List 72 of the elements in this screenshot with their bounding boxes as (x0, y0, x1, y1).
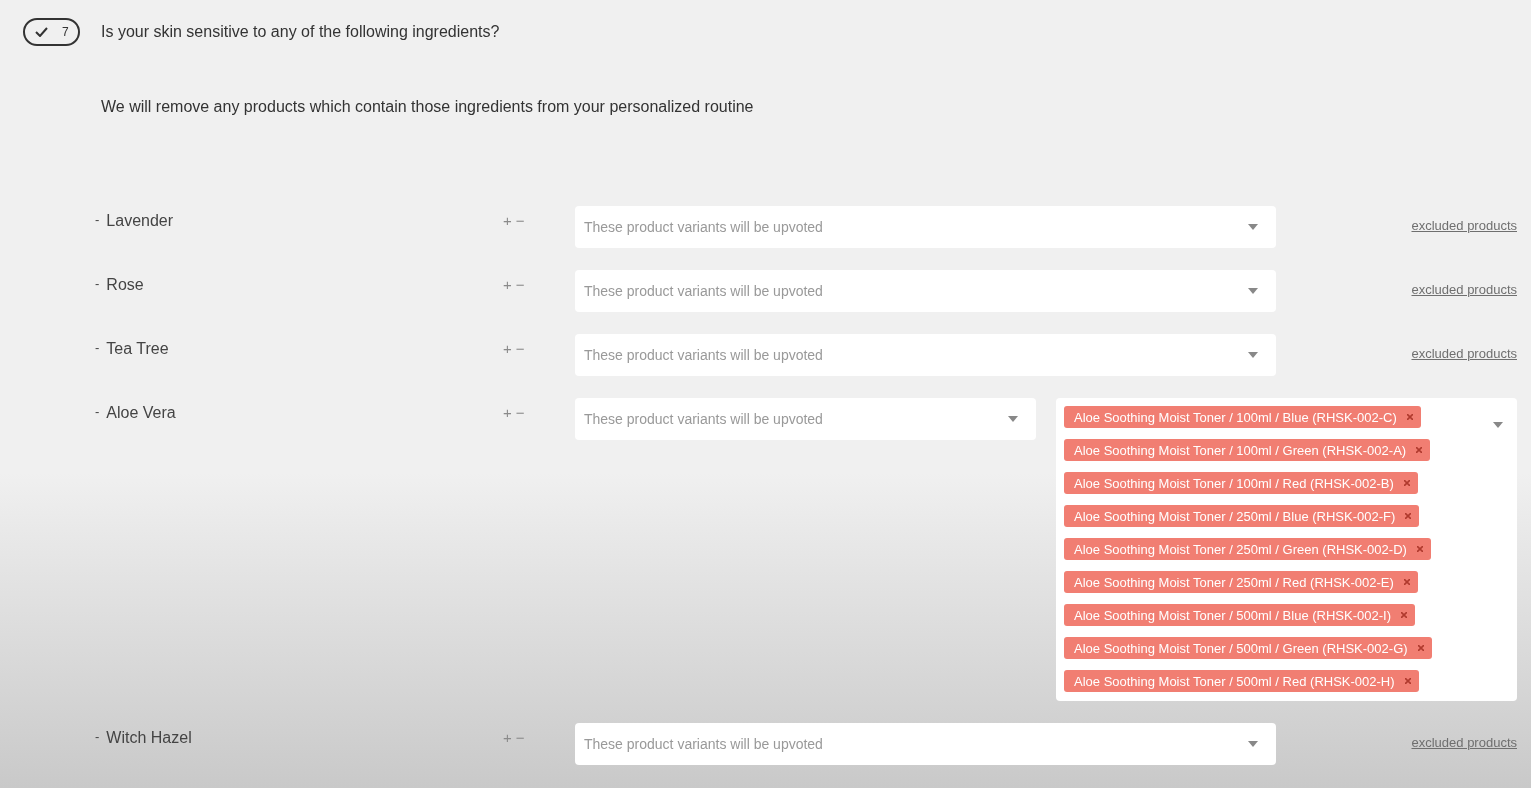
list-bullet: - (95, 212, 100, 229)
remove-tag-button[interactable] (1406, 414, 1413, 420)
ingredient-name: Witch Hazel (106, 729, 192, 747)
list-bullet: - (95, 404, 100, 421)
upvote-select[interactable]: These product variants will be upvoted (575, 334, 1276, 376)
remove-tag-button[interactable] (1403, 579, 1410, 585)
check-icon (35, 27, 48, 37)
close-icon (1404, 678, 1411, 684)
dropdown-caret-icon[interactable] (1493, 422, 1503, 428)
add-button[interactable]: + (503, 212, 512, 230)
excluded-products-link[interactable]: excluded products (1411, 346, 1517, 361)
remove-button[interactable]: − (515, 340, 525, 358)
close-icon (1403, 579, 1410, 585)
select-placeholder: These product variants will be upvoted (584, 736, 823, 752)
dropdown-caret-icon[interactable] (1248, 224, 1258, 230)
remove-button[interactable]: − (515, 729, 525, 747)
close-icon (1417, 645, 1424, 651)
close-icon (1403, 480, 1410, 486)
tag-label: Aloe Soothing Moist Toner / 100ml / Green (RHSK-002-A) (1074, 442, 1407, 458)
remove-tag-button[interactable] (1405, 513, 1412, 519)
ingredient-name: Aloe Vera (106, 404, 176, 422)
remove-button[interactable]: − (515, 276, 525, 294)
remove-tag-button[interactable] (1400, 612, 1407, 618)
question-number: 7 (62, 25, 69, 39)
add-button[interactable]: + (503, 340, 512, 358)
dropdown-caret-icon[interactable] (1248, 741, 1258, 747)
remove-tag-button[interactable] (1417, 645, 1424, 651)
close-icon (1406, 414, 1413, 420)
select-placeholder: These product variants will be upvoted (584, 347, 823, 363)
remove-tag-button[interactable] (1404, 678, 1411, 684)
dropdown-caret-icon[interactable] (1248, 352, 1258, 358)
excluded-products-link[interactable]: excluded products (1411, 282, 1517, 297)
question-title: Is your skin sensitive to any of the following ingredients? (101, 23, 500, 41)
tag-label: Aloe Soothing Moist Toner / 250ml / Blue (RHSK-002-F) (1074, 508, 1396, 524)
excluded-products-link[interactable]: excluded products (1411, 735, 1517, 750)
add-button[interactable]: + (503, 276, 512, 294)
tag-label: Aloe Soothing Moist Toner / 100ml / Red (RHSK-002-B) (1074, 475, 1394, 491)
ingredient-name: Tea Tree (106, 340, 169, 358)
tag-label: Aloe Soothing Moist Toner / 250ml / Red (RHSK-002-E) (1074, 574, 1394, 590)
upvote-select[interactable]: These product variants will be upvoted (575, 206, 1276, 248)
remove-tag-button[interactable] (1416, 546, 1423, 552)
tag-label: Aloe Soothing Moist Toner / 500ml / Green (RHSK-002-G) (1074, 640, 1408, 656)
remove-tag-button[interactable] (1403, 480, 1410, 486)
upvote-select[interactable]: These product variants will be upvoted (575, 723, 1276, 765)
close-icon (1416, 447, 1423, 453)
dropdown-caret-icon[interactable] (1248, 288, 1258, 294)
dropdown-caret-icon[interactable] (1008, 416, 1018, 422)
add-button[interactable]: + (503, 729, 512, 747)
tag-label: Aloe Soothing Moist Toner / 500ml / Blue (RHSK-002-I) (1074, 607, 1391, 623)
upvote-select[interactable]: These product variants will be upvoted (575, 398, 1036, 440)
ingredient-name: Lavender (106, 212, 174, 230)
add-button[interactable]: + (503, 404, 512, 422)
list-bullet: - (95, 276, 100, 293)
select-placeholder: These product variants will be upvoted (584, 219, 823, 235)
excluded-select[interactable] (1056, 398, 1517, 701)
close-icon (1416, 546, 1423, 552)
remove-tag-button[interactable] (1416, 447, 1423, 453)
list-bullet: - (95, 729, 100, 746)
close-icon (1400, 612, 1407, 618)
ingredient-name: Rose (106, 276, 144, 294)
question-description: We will remove any products which contain those ingredients from your personalized routine (101, 98, 755, 116)
tag-label: Aloe Soothing Moist Toner / 100ml / Blue (RHSK-002-C) (1074, 409, 1397, 425)
remove-button[interactable]: − (515, 404, 525, 422)
remove-button[interactable]: − (515, 212, 525, 230)
select-placeholder: These product variants will be upvoted (584, 411, 823, 427)
close-icon (1405, 513, 1412, 519)
upvote-select[interactable]: These product variants will be upvoted (575, 270, 1276, 312)
list-bullet: - (95, 340, 100, 357)
tag-label: Aloe Soothing Moist Toner / 250ml / Green (RHSK-002-D) (1074, 541, 1407, 557)
excluded-products-link[interactable]: excluded products (1411, 218, 1517, 233)
tag-label: Aloe Soothing Moist Toner / 500ml / Red (RHSK-002-H) (1074, 673, 1395, 689)
select-placeholder: These product variants will be upvoted (584, 283, 823, 299)
